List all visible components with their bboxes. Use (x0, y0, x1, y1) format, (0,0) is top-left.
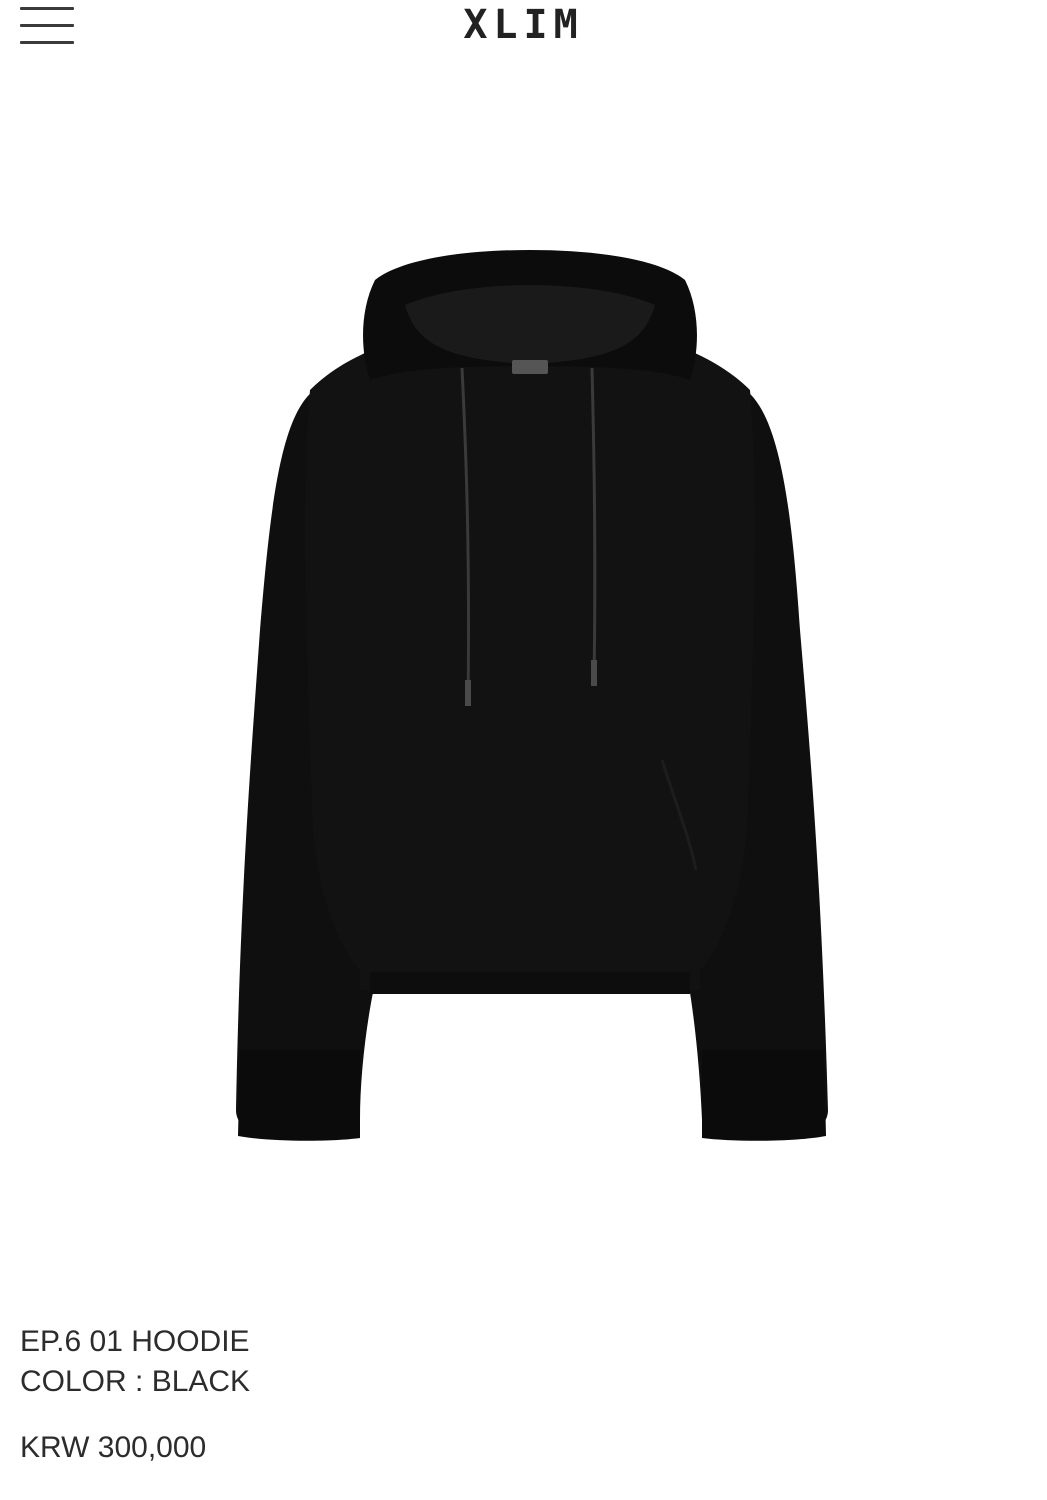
product-info: EP.6 01 HOODIE COLOR : BLACK KRW 300,000 (20, 1322, 250, 1468)
product-color: COLOR : BLACK (20, 1365, 251, 1398)
product-image[interactable] (200, 250, 860, 1150)
site-header: XLIM (0, 0, 1047, 60)
brand-logo[interactable]: XLIM (0, 2, 1047, 48)
product-price: KRW 300,000 (20, 1431, 207, 1464)
hoodie-image (236, 250, 828, 1141)
product-name: EP.6 01 HOODIE (20, 1325, 250, 1358)
